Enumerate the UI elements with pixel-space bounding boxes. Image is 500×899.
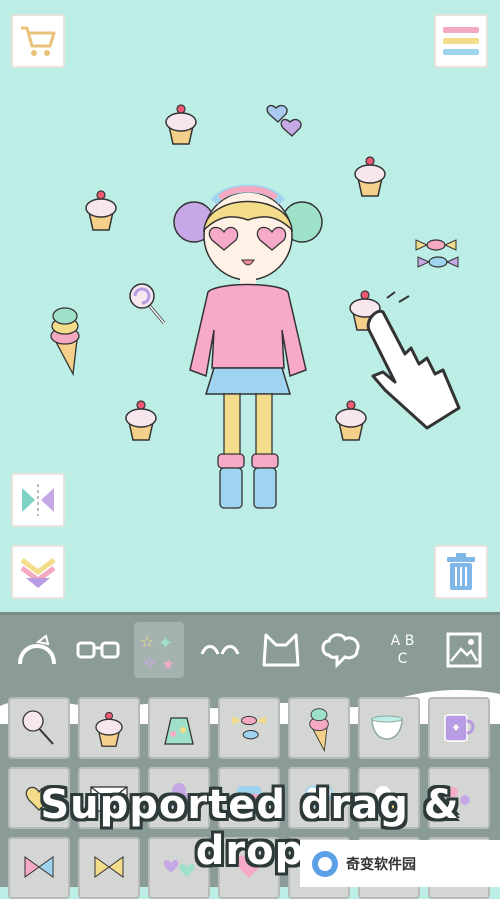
svg-text:★: ★ [162,657,175,673]
dressup-character[interactable] [168,172,328,514]
item-candy[interactable] [218,697,280,759]
text-tool-label: A B C [390,632,415,667]
flip-button[interactable] [11,473,65,527]
watermark: 奇变软件园 [300,840,500,887]
shopping-cart-icon [21,26,56,56]
tab-background[interactable] [439,622,489,678]
candy-sticker[interactable] [412,236,460,272]
svg-text:✦: ✦ [158,633,173,654]
heart-sticker[interactable] [264,100,308,142]
item-cupcake[interactable] [78,697,140,759]
item-ice-cream[interactable] [288,697,350,759]
tab-stickers[interactable]: ☆ ✦ ✧ ★ [133,621,184,678]
watermark-text: 奇变软件园 [346,856,416,873]
teacup-icon [371,715,403,740]
speech-bubble-icon [321,632,359,669]
lollipop-sticker[interactable] [126,281,170,327]
layer-down-button[interactable] [11,545,65,599]
flip-icon [22,484,54,516]
item-mug[interactable] [428,697,490,759]
watermark-logo-icon [312,850,338,877]
item-candy-bag[interactable] [148,697,210,759]
cupcake-sticker[interactable] [333,396,369,442]
ice-cream-icon [309,708,329,752]
tab-glasses[interactable] [73,622,123,678]
cupcake-sticker[interactable] [123,396,159,442]
headband-icon [17,633,56,664]
trash-icon [447,553,475,590]
cupcake-sticker[interactable] [83,186,119,232]
shop-button[interactable] [11,14,65,68]
image-icon [446,632,481,667]
canvas-stage[interactable] [0,0,500,612]
candy-icon [232,715,266,740]
item-teacup[interactable] [358,697,420,759]
menu-button[interactable] [434,14,488,68]
tab-text[interactable]: A B C [378,622,428,678]
ice-cream-sticker[interactable] [45,304,85,376]
candy-bag-icon [164,717,194,745]
tab-speech-bubble[interactable] [317,622,367,678]
tab-ears[interactable] [256,622,306,678]
category-toolbar: ☆ ✦ ✧ ★ A B C [0,612,500,684]
cupcake-icon [95,711,123,747]
cupcake-sticker[interactable] [163,100,199,146]
sparkle-icon: ☆ ✦✧ ★ [140,632,175,673]
tab-headband[interactable] [12,622,62,678]
trash-button[interactable] [434,545,488,599]
cupcake-sticker[interactable] [352,152,388,198]
menu-icon [443,27,479,55]
layer-down-icon [20,558,56,588]
glasses-icon [76,641,119,658]
eyebrows-icon [200,644,239,655]
lollipop-icon [22,710,54,745]
item-lollipop[interactable] [8,697,70,759]
tab-eyebrows[interactable] [195,622,245,678]
pointer-hand-icon [366,291,461,430]
cat-ears-icon [262,633,299,666]
svg-text:☆: ☆ [140,632,154,651]
mug-icon [444,714,475,742]
svg-text:✧: ✧ [142,653,157,673]
